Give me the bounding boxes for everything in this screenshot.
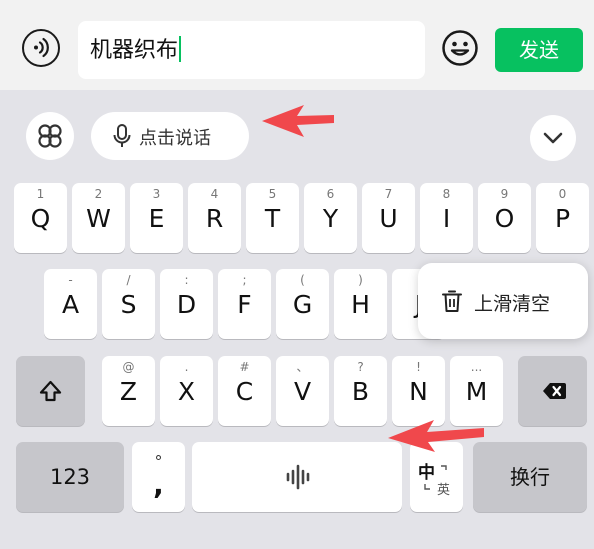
key-s[interactable]: / S (102, 269, 155, 339)
voice-mode-button[interactable] (22, 29, 60, 67)
key-b[interactable]: ? B (334, 356, 387, 426)
annotation-arrow-bottom (388, 420, 484, 452)
key-y[interactable]: 6Y (304, 183, 357, 253)
collapse-keyboard-button[interactable] (530, 115, 576, 161)
key-p[interactable]: 0P (536, 183, 589, 253)
key-q[interactable]: 1Q (14, 183, 67, 253)
key-e[interactable]: 3E (130, 183, 183, 253)
smiley-face-icon (442, 30, 478, 66)
voice-input-label: 点击说话 (139, 128, 211, 149)
four-clover-grid-icon (38, 124, 62, 148)
shift-key[interactable] (16, 356, 85, 426)
send-button[interactable]: 发送 (495, 28, 583, 72)
key-m[interactable]: ... M (450, 356, 503, 426)
voice-wave-icon (34, 37, 49, 58)
trash-icon (442, 290, 462, 312)
key-a[interactable]: -A (44, 269, 97, 339)
enter-key[interactable]: 换行 (473, 442, 587, 512)
chevron-down-icon (543, 132, 563, 144)
swipe-clear-label: 上滑清空 (474, 293, 551, 315)
key-t[interactable]: 5T (246, 183, 299, 253)
key-o[interactable]: 9O (478, 183, 531, 253)
annotation-arrow-top (262, 105, 334, 137)
top-strip (0, 0, 594, 10)
emoji-button[interactable] (441, 29, 479, 67)
key-v[interactable]: 、 V (276, 356, 329, 426)
backspace-icon (543, 383, 566, 399)
shift-arrow-icon (39, 380, 62, 402)
microphone-icon (113, 124, 131, 147)
key-f[interactable]: ; F (218, 269, 271, 339)
key-c[interactable]: # C (218, 356, 271, 426)
keyboard-menu-button[interactable] (26, 112, 74, 160)
backspace-key[interactable] (518, 356, 587, 426)
swipe-clear-popup[interactable]: 上滑清空 (418, 263, 588, 339)
key-d[interactable]: :D (160, 269, 213, 339)
key-z[interactable]: @ Z (102, 356, 155, 426)
key-u[interactable]: 7U (362, 183, 415, 253)
voice-input-button[interactable]: 点击说话 (91, 112, 249, 160)
numbers-key[interactable]: 123 (16, 442, 124, 512)
punctuation-key[interactable]: ° , (132, 442, 185, 512)
key-h[interactable]: ) H (334, 269, 387, 339)
key-n[interactable]: ! N (392, 356, 445, 426)
language-switch-key[interactable]: 中 英 (410, 442, 463, 512)
key-r[interactable]: 4R (188, 183, 241, 253)
text-caret (179, 36, 182, 62)
key-x[interactable]: .X (160, 356, 213, 426)
key-g[interactable]: (G (276, 269, 329, 339)
key-w[interactable]: 2W (72, 183, 125, 253)
voice-bars-icon (286, 464, 310, 490)
space-key[interactable] (192, 442, 402, 512)
key-i[interactable]: 8I (420, 183, 473, 253)
message-input[interactable]: 机器织布 (78, 21, 425, 79)
message-text: 机器织布 (90, 36, 182, 65)
corner-bracket-icon (424, 465, 447, 490)
